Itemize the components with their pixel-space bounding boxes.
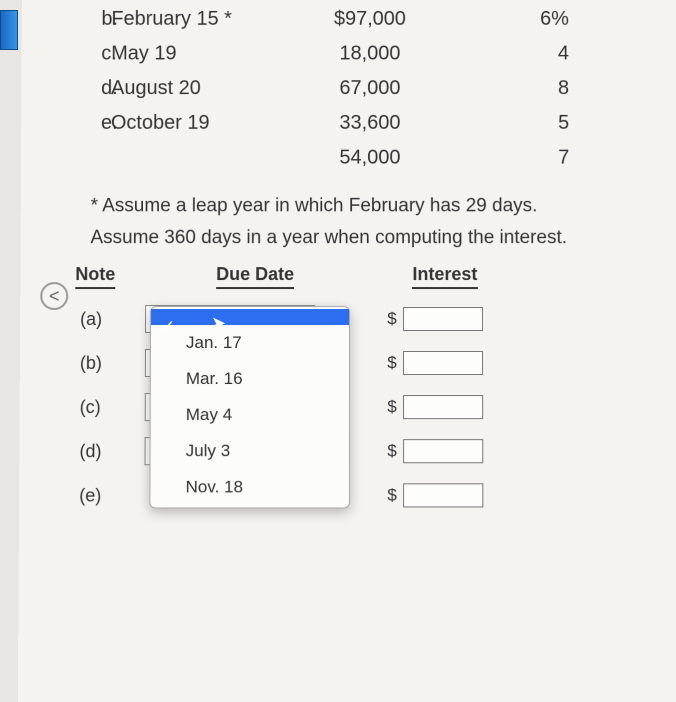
dollar-sign: $ <box>387 309 396 329</box>
row-letter: e. <box>51 112 101 135</box>
option-label: May 4 <box>186 405 232 424</box>
interest-input-b[interactable] <box>403 351 483 375</box>
duedate-dropdown-menu: ✓ ➤ Jan. 17 Mar. 16 May 4 July 3 Nov. 18 <box>149 306 350 508</box>
header-note: Note <box>75 264 115 289</box>
option-label: July 3 <box>186 441 231 460</box>
table-row: 54,000 7 <box>51 141 665 176</box>
note-label: (e) <box>74 485 144 506</box>
dropdown-option-blank[interactable]: ✓ ➤ <box>151 309 349 325</box>
dropdown-option[interactable]: May 4 <box>151 397 349 433</box>
option-label: Jan. 17 <box>186 333 242 352</box>
note-label: (a) <box>75 309 145 330</box>
days-assumption: Assume 360 days in a year when computing… <box>90 227 665 249</box>
row-percent: 4 <box>459 43 578 66</box>
row-amount: 54,000 <box>280 147 459 170</box>
row-letter: d. <box>51 77 101 100</box>
leap-year-footnote: * Assume a leap year in which February h… <box>91 195 666 217</box>
row-percent: 5 <box>460 112 580 135</box>
option-label: Mar. 16 <box>186 369 243 388</box>
interest-input-e[interactable] <box>403 483 483 507</box>
row-amount: $97,000 <box>280 8 459 31</box>
note-label: (c) <box>75 397 145 418</box>
note-label: (b) <box>75 353 145 374</box>
row-amount: 18,000 <box>280 43 459 66</box>
interest-input-c[interactable] <box>403 395 483 419</box>
table-row: b. February 15 * $97,000 6% <box>52 2 665 37</box>
dropdown-option[interactable]: Nov. 18 <box>150 469 349 505</box>
row-amount: 33,600 <box>280 112 459 135</box>
header-duedate: Due Date <box>216 264 294 289</box>
row-date: May 19 <box>101 43 280 66</box>
row-percent: 7 <box>460 147 580 170</box>
chevron-left-icon: < <box>49 286 60 307</box>
row-percent: 8 <box>460 77 580 100</box>
table-row: c. May 19 18,000 4 <box>51 37 664 72</box>
row-letter: c. <box>51 43 101 66</box>
interest-input-a[interactable] <box>403 307 483 331</box>
note-label: (d) <box>74 441 144 462</box>
dropdown-option[interactable]: July 3 <box>151 433 349 469</box>
option-label: Nov. 18 <box>186 477 244 496</box>
problem-data-table: b. February 15 * $97,000 6% c. May 19 18… <box>51 2 665 175</box>
row-date: February 15 * <box>101 8 280 31</box>
dollar-sign: $ <box>387 485 397 505</box>
row-letter: b. <box>52 8 102 31</box>
answer-header-row: Note Due Date Interest <box>75 264 666 297</box>
row-date: August 20 <box>101 77 280 100</box>
dropdown-option[interactable]: Mar. 16 <box>151 361 349 397</box>
interest-input-d[interactable] <box>403 439 483 463</box>
row-date: October 19 <box>101 112 280 135</box>
table-row: d. August 20 67,000 8 <box>51 71 664 106</box>
dollar-sign: $ <box>387 397 396 417</box>
dollar-sign: $ <box>387 441 396 461</box>
dropdown-option[interactable]: Jan. 17 <box>151 325 349 361</box>
answer-section: < Note Due Date Interest (a) ▾ $ (b) ▾ <box>74 264 667 517</box>
page-content: b. February 15 * $97,000 6% c. May 19 18… <box>18 0 676 702</box>
table-row: e. October 19 33,600 5 <box>51 106 665 141</box>
row-percent: 6% <box>459 8 578 31</box>
left-blue-bar <box>0 10 18 50</box>
dollar-sign: $ <box>387 353 396 373</box>
nav-back-button[interactable]: < <box>40 282 68 310</box>
header-interest: Interest <box>412 264 477 289</box>
row-amount: 67,000 <box>280 77 459 100</box>
